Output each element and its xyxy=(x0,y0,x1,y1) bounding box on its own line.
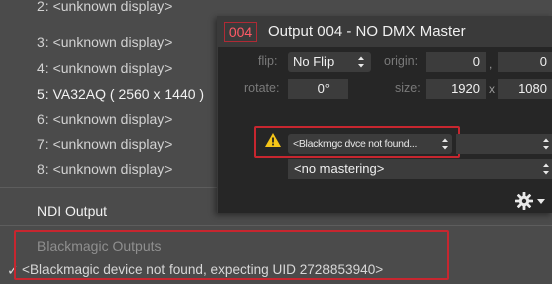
size-width-field[interactable]: 1920 xyxy=(426,79,486,99)
output-panel: 004 Output 004 - NO DMX Master flip: No … xyxy=(217,16,552,213)
menu-item-ndi-output[interactable]: NDI Output xyxy=(37,203,107,219)
size-height-field[interactable]: 1080 xyxy=(498,79,552,99)
device-highlight-box xyxy=(254,126,460,158)
menu-item-display-6[interactable]: 6: <unknown display> xyxy=(37,111,172,127)
rotate-label: rotate: xyxy=(244,81,280,95)
size-separator: x xyxy=(489,82,495,96)
panel-titlebar: 004 Output 004 - NO DMX Master xyxy=(218,17,552,47)
menu-separator xyxy=(0,225,552,226)
origin-x-field[interactable]: 0 xyxy=(426,52,486,72)
menu-item-display-5[interactable]: 5: VA32AQ ( 2560 x 1440 ) xyxy=(37,86,204,102)
mastering-select[interactable]: <no mastering> xyxy=(288,159,552,179)
flip-value: No Flip xyxy=(293,54,335,69)
output-number-badge: 004 xyxy=(224,22,257,42)
mastering-select-value: <no mastering> xyxy=(294,161,385,176)
rotate-field[interactable]: 0° xyxy=(288,79,348,99)
gear-icon[interactable] xyxy=(514,191,548,216)
select-arrows-icon xyxy=(541,159,551,179)
menu-item-display-7[interactable]: 7: <unknown display> xyxy=(37,136,172,152)
size-label: size: xyxy=(395,81,421,95)
menu-item-display-3[interactable]: 3: <unknown display> xyxy=(37,34,172,50)
menu-item-display-2[interactable]: 2: <unknown display> xyxy=(37,0,172,14)
origin-label: origin: xyxy=(384,54,419,68)
origin-separator: , xyxy=(489,57,493,71)
output-title: Output 004 - NO DMX Master xyxy=(268,23,466,40)
flip-select[interactable]: No Flip xyxy=(288,52,371,72)
flip-label: flip: xyxy=(258,54,278,68)
menu-item-display-4[interactable]: 4: <unknown display> xyxy=(37,60,172,76)
menu-item-display-8[interactable]: 8: <unknown display> xyxy=(37,161,172,177)
blackmagic-highlight-box xyxy=(14,230,449,280)
select-arrows-icon xyxy=(356,52,366,72)
select-arrows-icon xyxy=(541,134,551,154)
mode-select[interactable] xyxy=(456,134,552,154)
origin-y-field[interactable]: 0 xyxy=(498,52,552,72)
